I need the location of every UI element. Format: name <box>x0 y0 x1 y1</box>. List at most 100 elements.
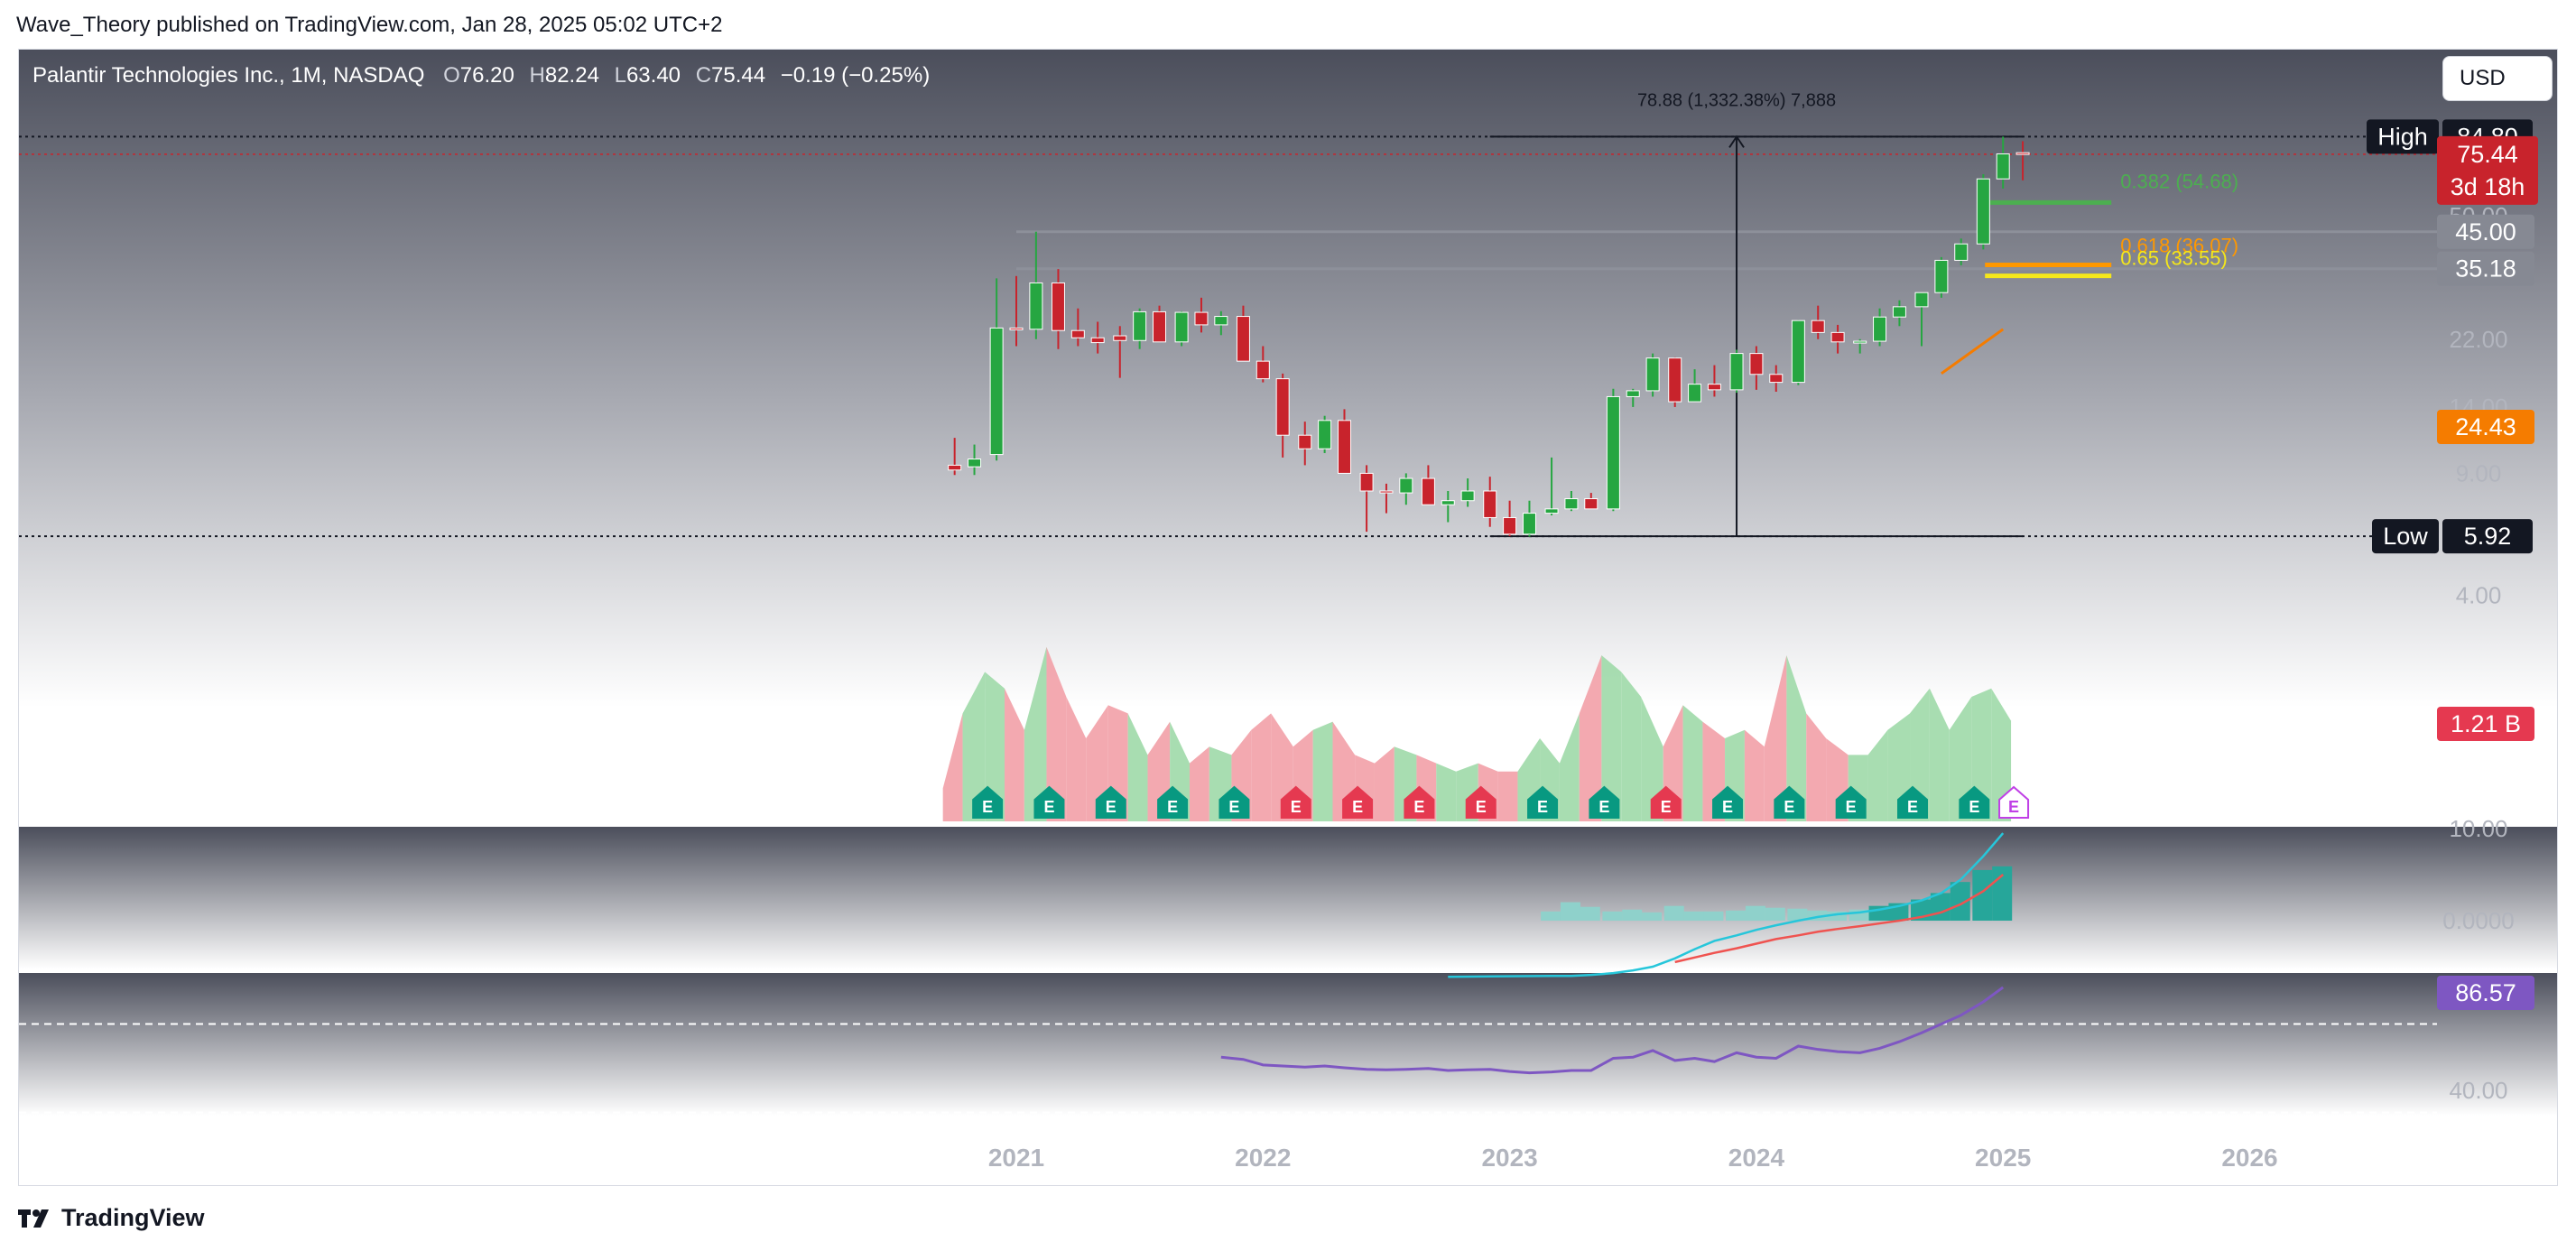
high-value: 82.24 <box>544 63 599 88</box>
candle-body <box>1707 384 1721 391</box>
earnings-marker-label: E <box>1537 798 1548 816</box>
earnings-marker-label: E <box>1413 798 1424 816</box>
time-axis-label: 2022 <box>1235 1144 1291 1172</box>
symbol-legend: Palantir Technologies Inc., 1M, NASDAQ O… <box>32 63 930 88</box>
time-axis-label: 2026 <box>2221 1144 2277 1172</box>
macd-histogram-bar <box>1745 905 1765 921</box>
rsi-pane-bg <box>19 973 2557 1116</box>
level-price-label: 35.18 <box>2455 255 2516 283</box>
macd-axis-label: 0.0000 <box>2442 907 2515 934</box>
level-price-label: 45.00 <box>2455 218 2516 246</box>
macd-axis-label: 10.00 <box>2449 815 2507 842</box>
countdown-label: 3d 18h <box>2451 173 2525 200</box>
candle-body <box>1051 282 1065 331</box>
candle-body <box>1009 327 1024 330</box>
candle-body <box>1811 320 1825 333</box>
price-axis-label: 4.00 <box>2456 581 2502 608</box>
low-marker-label: Low <box>2383 523 2428 550</box>
low-value: 63.40 <box>625 63 681 88</box>
candle-body <box>1318 420 1332 449</box>
macd-histogram-bar <box>1602 911 1623 921</box>
price-axis-label: 22.00 <box>2449 326 2507 353</box>
candle-body <box>1769 374 1784 384</box>
macd-histogram-bar <box>1622 909 1643 921</box>
tradingview-brand[interactable]: TradingView <box>18 1204 205 1232</box>
candle-body <box>968 459 982 468</box>
close-label: C <box>695 63 712 88</box>
low-label: L <box>614 63 626 88</box>
candle-body <box>989 327 1004 456</box>
volume-area-segment <box>1682 705 1703 821</box>
candle-body <box>1337 420 1351 474</box>
macd-histogram-bar <box>1642 912 1663 921</box>
macd-histogram-bar <box>1703 911 1724 921</box>
high-marker-label: High <box>2377 123 2428 150</box>
rsi-current-label: 86.57 <box>2455 979 2516 1006</box>
candle-body <box>1133 310 1147 341</box>
open-value: 76.20 <box>459 63 514 88</box>
candle-body <box>1503 516 1517 535</box>
fib-level-label: 0.382 (54.68) <box>2120 170 2238 192</box>
macd-histogram-bar <box>1580 906 1600 921</box>
candle-body <box>1606 395 1620 510</box>
candle-body <box>1275 378 1290 436</box>
candle-body <box>1359 472 1374 492</box>
volume-area-segment <box>1621 672 1642 821</box>
measure-label: 78.88 (1,332.38%) 7,888 <box>1637 90 1836 110</box>
volume-area-segment <box>1497 771 1518 821</box>
macd-histogram-bar <box>1765 907 1785 921</box>
macd-histogram-bar <box>1726 910 1747 921</box>
candle-body <box>1236 316 1250 362</box>
chart-canvas[interactable]: 78.88 (1,332.38%) 7,8880.382 (54.68)0.61… <box>0 0 2576 1251</box>
candle-body <box>1174 311 1189 343</box>
earnings-marker-label: E <box>2008 798 2019 816</box>
candle-body <box>1421 477 1435 505</box>
candle-body <box>1791 320 1805 384</box>
macd-pane-bg <box>19 827 2557 969</box>
candle-body <box>1460 490 1475 502</box>
candle-body <box>1892 306 1906 318</box>
earnings-marker-label: E <box>1167 798 1178 816</box>
candle-body <box>948 464 962 471</box>
time-axis-label: 2024 <box>1728 1144 1785 1172</box>
earnings-marker-label: E <box>1598 798 1609 816</box>
candle-body <box>1070 329 1085 338</box>
volume-area-segment <box>1251 713 1272 821</box>
earnings-marker-label: E <box>1352 798 1363 816</box>
candle-body <box>1090 337 1105 344</box>
earnings-marker-label: E <box>1907 798 1918 816</box>
candle-body <box>1626 390 1640 397</box>
low-price-label: 5.92 <box>2464 523 2512 550</box>
earnings-marker-label: E <box>982 798 993 816</box>
candle-body <box>1256 360 1270 380</box>
earnings-marker-label: E <box>1291 798 1302 816</box>
earnings-marker-label: E <box>1784 798 1794 816</box>
candle-body <box>1934 259 1949 293</box>
candle-body <box>1853 340 1867 344</box>
volume-area-segment <box>1436 763 1457 821</box>
candle-body <box>1976 178 1990 245</box>
candle-body <box>1544 508 1559 514</box>
tradingview-logo-icon <box>18 1209 49 1228</box>
candle-body <box>1668 357 1682 403</box>
volume-label: 1.21 B <box>2451 710 2521 737</box>
time-axis-label: 2021 <box>988 1144 1044 1172</box>
candle-body <box>1399 477 1413 494</box>
candle-body <box>1830 331 1845 343</box>
earnings-marker-label: E <box>1228 798 1239 816</box>
candle-body <box>1194 311 1209 326</box>
candle-body <box>1214 316 1228 326</box>
earnings-marker-label: E <box>1846 798 1857 816</box>
earnings-marker-label: E <box>1043 798 1054 816</box>
candle-body <box>1441 500 1455 505</box>
candle-body <box>1379 490 1394 494</box>
earnings-marker-label: E <box>1106 798 1117 816</box>
open-label: O <box>443 63 460 88</box>
macd-histogram-bar <box>1663 905 1684 921</box>
main-pane-bg <box>19 50 2557 823</box>
time-axis-label: 2025 <box>1975 1144 2031 1172</box>
currency-button[interactable]: USD <box>2442 56 2553 101</box>
macd-histogram-bar <box>1930 893 1951 921</box>
candle-body <box>1153 310 1167 343</box>
earnings-marker-label: E <box>1722 798 1733 816</box>
